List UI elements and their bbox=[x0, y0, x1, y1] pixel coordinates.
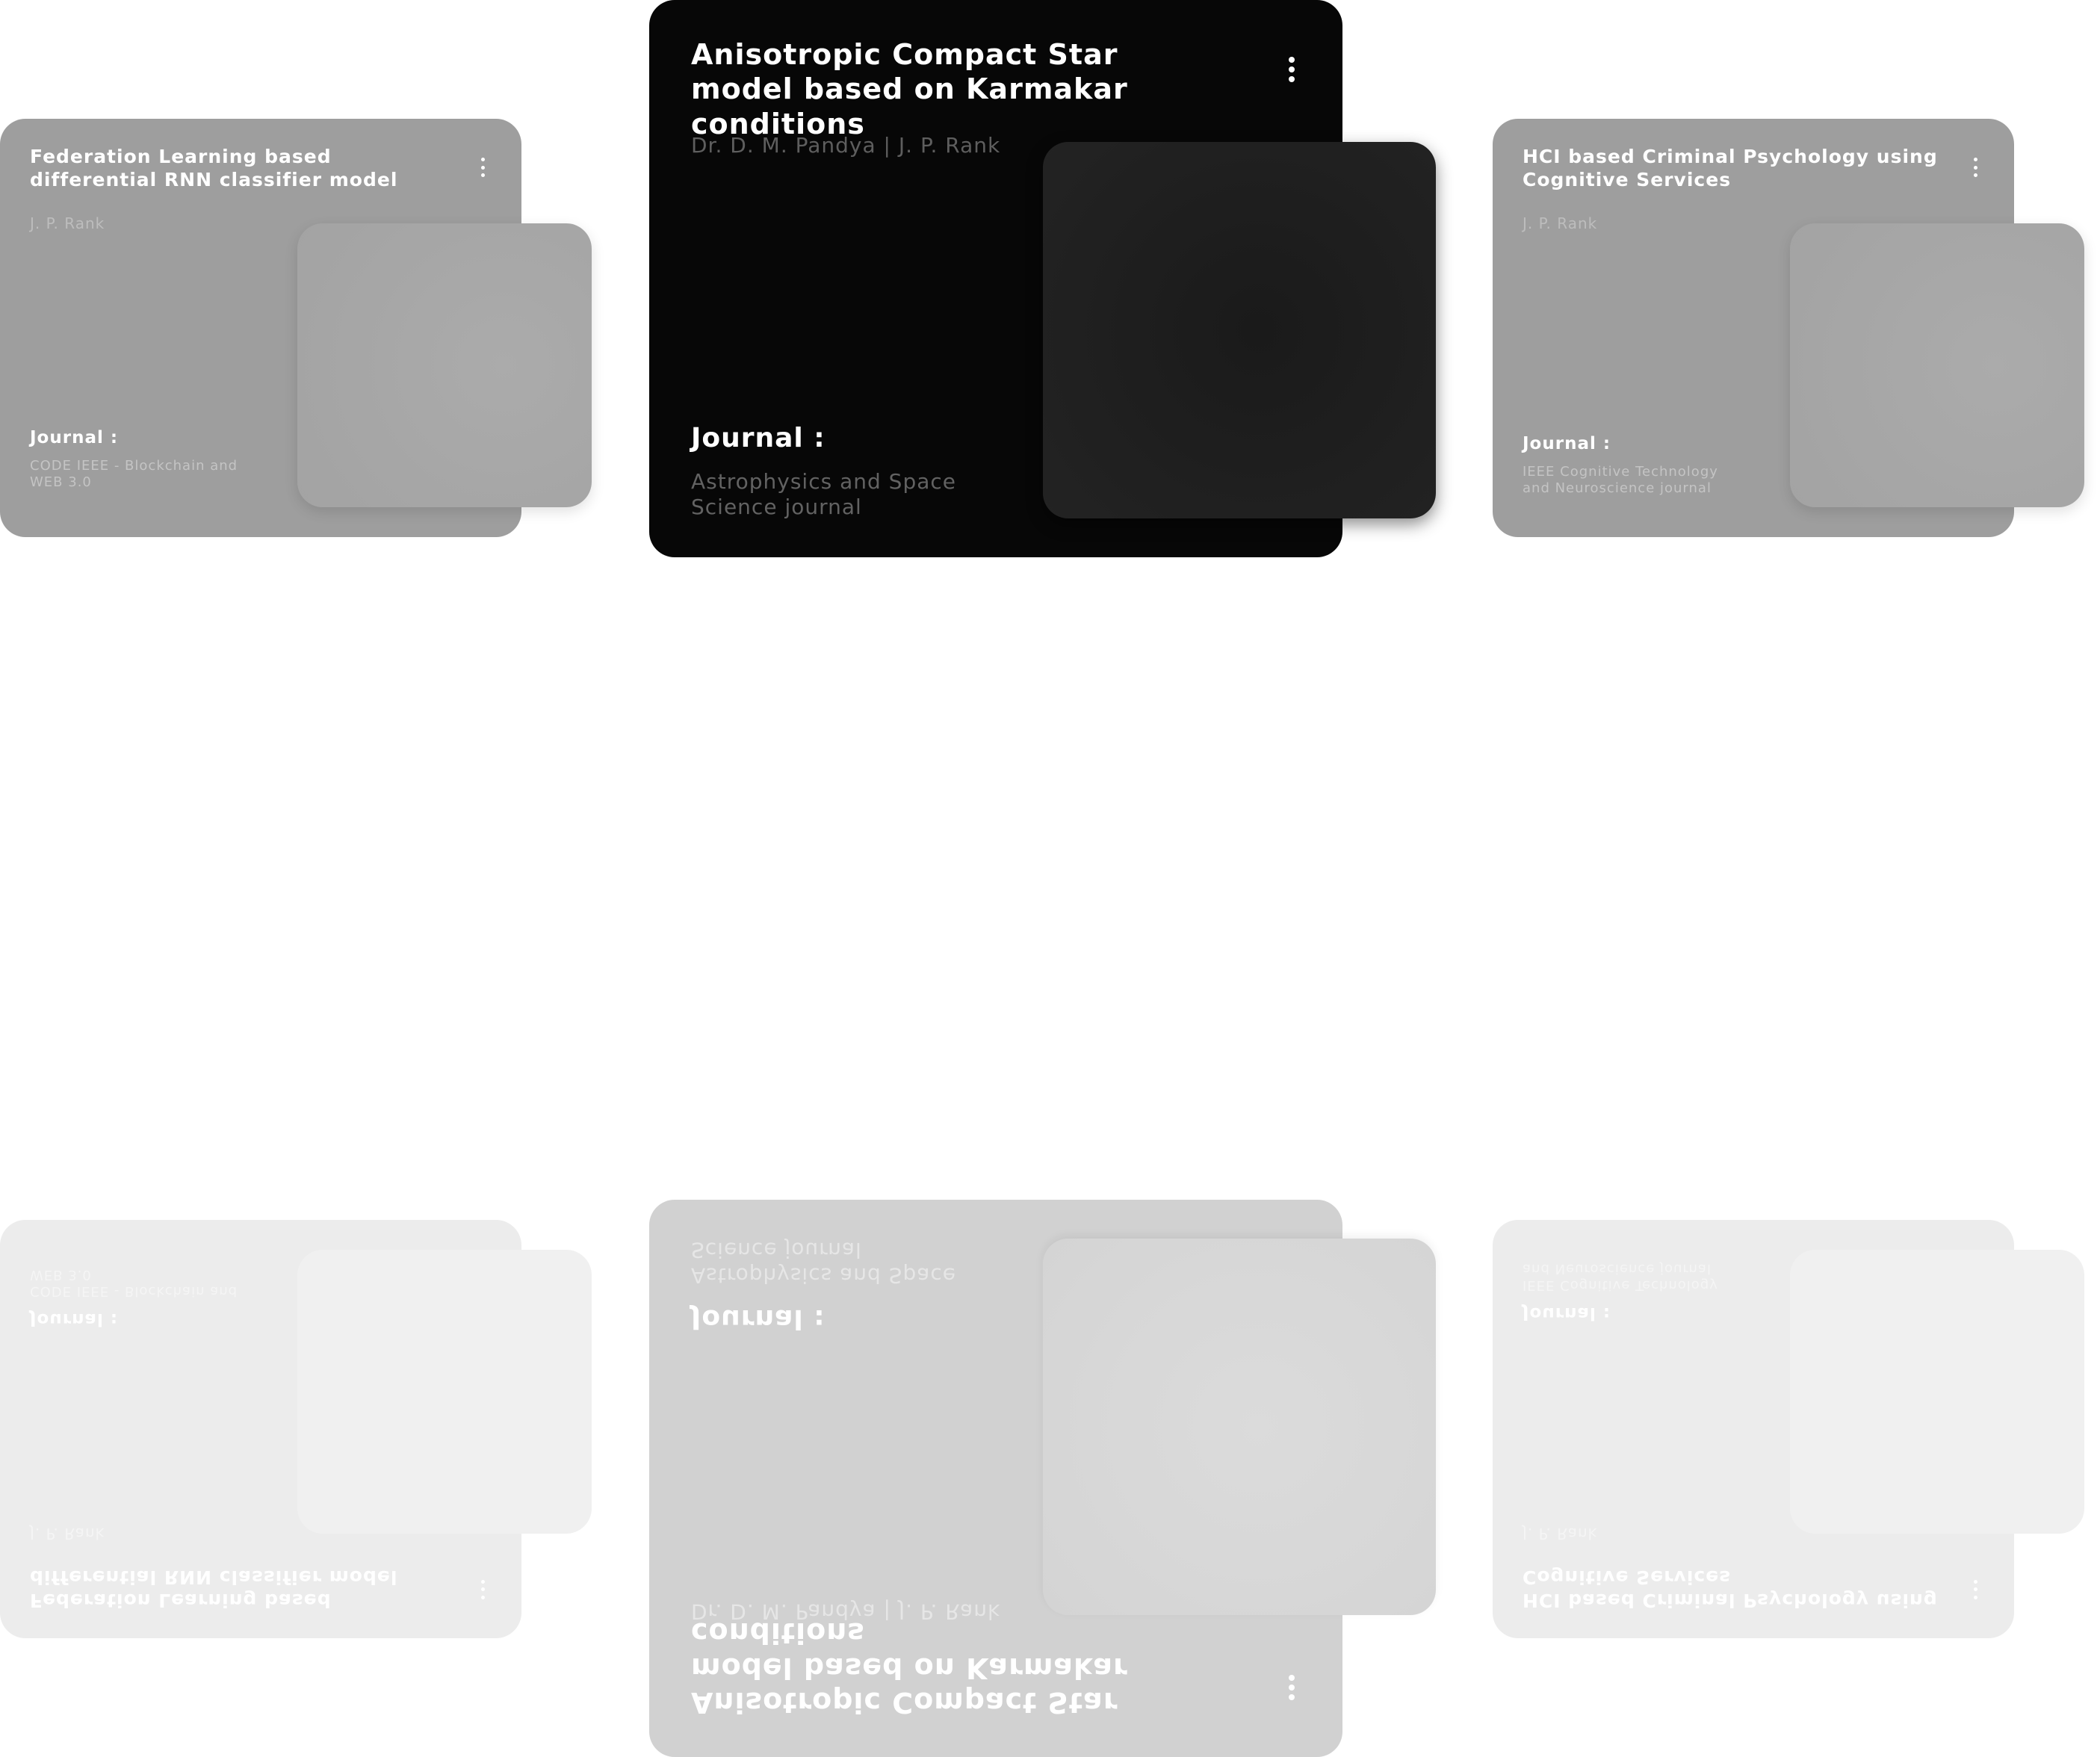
card-title: HCI based Criminal Psychology using Cogn… bbox=[1523, 146, 1938, 190]
journal-label: Journal : bbox=[30, 1310, 119, 1329]
card-thumbnail bbox=[297, 1250, 592, 1534]
paper-card-hci-criminal-psychology[interactable]: HCI based Criminal Psychology using Cogn… bbox=[1493, 119, 2084, 537]
reflection-card-hci-criminal-psychology: HCI based Criminal Psychology using Cogn… bbox=[1493, 1220, 2084, 1638]
more-vertical-icon[interactable] bbox=[474, 158, 492, 177]
journal-label: Journal : bbox=[1523, 1304, 1611, 1323]
more-vertical-icon bbox=[1966, 1580, 1984, 1599]
journal-name: CODE IEEE - Blockchain and WEB 3.0 bbox=[30, 458, 238, 490]
more-vertical-icon bbox=[474, 1580, 492, 1599]
paper-card-federation-learning[interactable]: Federation Learning based differential R… bbox=[0, 119, 592, 537]
journal-label: Journal : bbox=[30, 428, 119, 447]
card-thumbnail bbox=[1790, 1250, 2084, 1534]
card-authors: J. P. Rank bbox=[30, 1525, 105, 1543]
card-thumbnail bbox=[1043, 1239, 1436, 1615]
more-vertical-icon[interactable] bbox=[1283, 57, 1301, 82]
card-thumbnail bbox=[1043, 142, 1436, 518]
card-title: HCI based Criminal Psychology using Cogn… bbox=[1523, 1567, 1938, 1612]
paper-card-anisotropic-compact-star[interactable]: Anisotropic Compact Star model based on … bbox=[649, 0, 1436, 557]
more-vertical-icon[interactable] bbox=[1966, 158, 1984, 177]
card-title: Anisotropic Compact Star model based on … bbox=[691, 38, 1128, 140]
card-thumbnail bbox=[1790, 223, 2084, 507]
more-vertical-icon bbox=[1283, 1675, 1301, 1700]
card-authors: Dr. D. M. Pandya | J. P. Rank bbox=[691, 1599, 1001, 1624]
journal-name: CODE IEEE - Blockchain and WEB 3.0 bbox=[30, 1267, 238, 1299]
card-thumbnail bbox=[297, 223, 592, 507]
card-authors: J. P. Rank bbox=[30, 214, 105, 232]
journal-label: Journal : bbox=[1523, 434, 1611, 453]
card-title: Federation Learning based differential R… bbox=[30, 1567, 398, 1612]
journal-name: IEEE Cognitive Technology and Neuroscien… bbox=[1523, 464, 1718, 496]
reflection-card-anisotropic-compact-star: Anisotropic Compact Star model based on … bbox=[649, 1200, 1436, 1757]
journal-name: IEEE Cognitive Technology and Neuroscien… bbox=[1523, 1261, 1718, 1293]
journal-label: Journal : bbox=[691, 423, 826, 453]
journal-name: Astrophysics and Space Science journal bbox=[691, 1238, 956, 1288]
journal-name: Astrophysics and Space Science journal bbox=[691, 469, 956, 519]
card-authors: J. P. Rank bbox=[1523, 214, 1598, 232]
card-authors: Dr. D. M. Pandya | J. P. Rank bbox=[691, 133, 1001, 158]
journal-label: Journal : bbox=[691, 1304, 826, 1334]
card-carousel: Federation Learning based differential R… bbox=[0, 0, 2100, 1757]
card-reflection: Federation Learning based differential R… bbox=[0, 565, 2100, 1757]
card-title: Federation Learning based differential R… bbox=[30, 146, 398, 190]
card-authors: J. P. Rank bbox=[1523, 1525, 1598, 1543]
reflection-card-federation-learning: Federation Learning based differential R… bbox=[0, 1220, 592, 1638]
card-title: Anisotropic Compact Star model based on … bbox=[691, 1617, 1128, 1719]
